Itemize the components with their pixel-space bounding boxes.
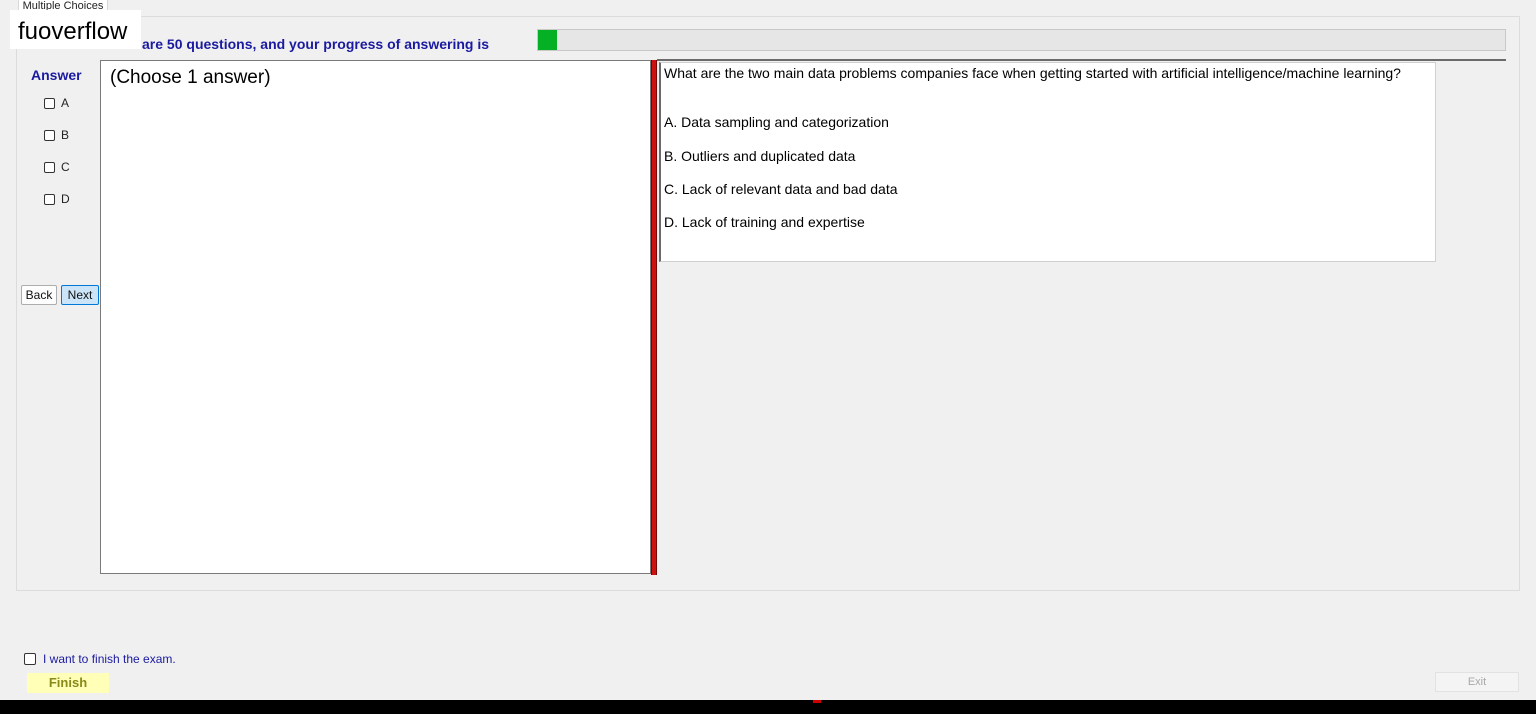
finish-checkbox-box[interactable] (24, 653, 36, 665)
answer-option-c[interactable]: C (44, 160, 70, 174)
watermark: fuoverflow (10, 10, 141, 49)
choose-instruction: (Choose 1 answer) (110, 67, 271, 88)
answer-option-label: D (61, 192, 70, 206)
answer-option-b[interactable]: B (44, 128, 69, 142)
instruction-pane: (Choose 1 answer) (100, 60, 651, 574)
answer-option-label: A (61, 96, 70, 110)
checkbox-b[interactable] (44, 129, 55, 141)
progress-bar (537, 29, 1506, 51)
checkbox-c[interactable] (44, 161, 55, 173)
answer-option-label: C (61, 160, 70, 174)
taskbar-marker (813, 700, 821, 703)
next-button[interactable]: Next (61, 285, 99, 305)
question-option-c: C. Lack of relevant data and bad data (664, 181, 898, 197)
exit-button[interactable]: Exit (1435, 672, 1519, 692)
answer-title: Answer (31, 67, 82, 83)
back-button[interactable]: Back (21, 285, 57, 305)
progress-bar-fill (538, 30, 558, 50)
checkbox-d[interactable] (44, 193, 55, 205)
checkbox-a[interactable] (44, 97, 55, 109)
finish-checkbox-label: I want to finish the exam. (43, 652, 176, 666)
answer-option-d[interactable]: D (44, 192, 70, 206)
question-text: What are the two main data problems comp… (664, 65, 1401, 81)
question-box: What are the two main data problems comp… (659, 62, 1436, 262)
question-option-b: B. Outliers and duplicated data (664, 148, 856, 164)
taskbar (0, 700, 1536, 714)
question-option-d: D. Lack of training and expertise (664, 214, 865, 230)
answer-option-a[interactable]: A (44, 96, 69, 110)
progress-label: There are 50 questions, and your progres… (100, 36, 489, 52)
question-option-a: A. Data sampling and categorization (664, 114, 889, 130)
finish-exam-checkbox[interactable]: I want to finish the exam. (24, 652, 176, 666)
answer-option-label: B (61, 128, 70, 142)
finish-button[interactable]: Finish (27, 673, 109, 693)
